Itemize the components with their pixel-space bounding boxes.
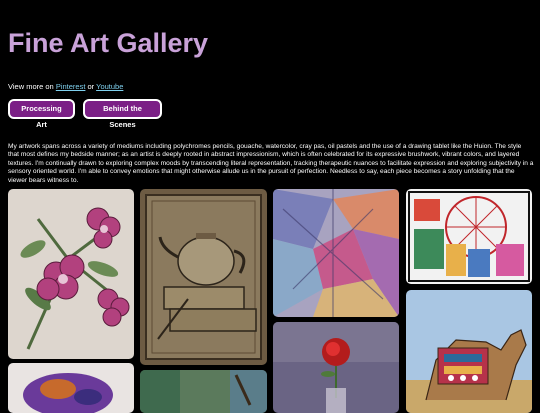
rose-artwork xyxy=(273,322,399,413)
page-title: Fine Art Gallery xyxy=(8,28,209,58)
gallery-image-purple-figure[interactable] xyxy=(8,363,134,413)
pinterest-link[interactable]: Pinterest xyxy=(56,82,86,91)
abstract-artwork xyxy=(273,189,399,317)
links-prefix: View more on xyxy=(8,82,56,91)
camel-artwork xyxy=(406,290,532,413)
teapot-artwork xyxy=(140,189,267,365)
behind-the-scenes-button[interactable]: Behind the Scenes xyxy=(83,99,162,129)
external-links: View more on Pinterest or Youtube xyxy=(8,82,123,91)
processing-art-button[interactable]: Processing Art xyxy=(8,99,75,129)
artist-description: My artwork spans across a variety of med… xyxy=(8,143,534,184)
youtube-link[interactable]: Youtube xyxy=(96,82,123,91)
ferris-wheel-artwork xyxy=(406,189,532,284)
gallery-image-ferris-wheel[interactable] xyxy=(406,189,532,284)
gallery-image-abstract[interactable] xyxy=(273,189,399,317)
pink-flowers-artwork xyxy=(8,189,134,359)
gallery-image-rose[interactable] xyxy=(273,322,399,413)
green-brushwork-artwork xyxy=(140,370,267,413)
links-joiner: or xyxy=(85,82,97,91)
gallery-image-green-brushwork[interactable] xyxy=(140,370,267,413)
button-row: Processing Art Behind the Scenes xyxy=(8,99,162,129)
gallery-image-camel[interactable] xyxy=(406,290,532,413)
gallery-image-pink-flowers[interactable] xyxy=(8,189,134,359)
gallery-image-teapot[interactable] xyxy=(140,189,267,365)
purple-figure-artwork xyxy=(8,363,134,413)
